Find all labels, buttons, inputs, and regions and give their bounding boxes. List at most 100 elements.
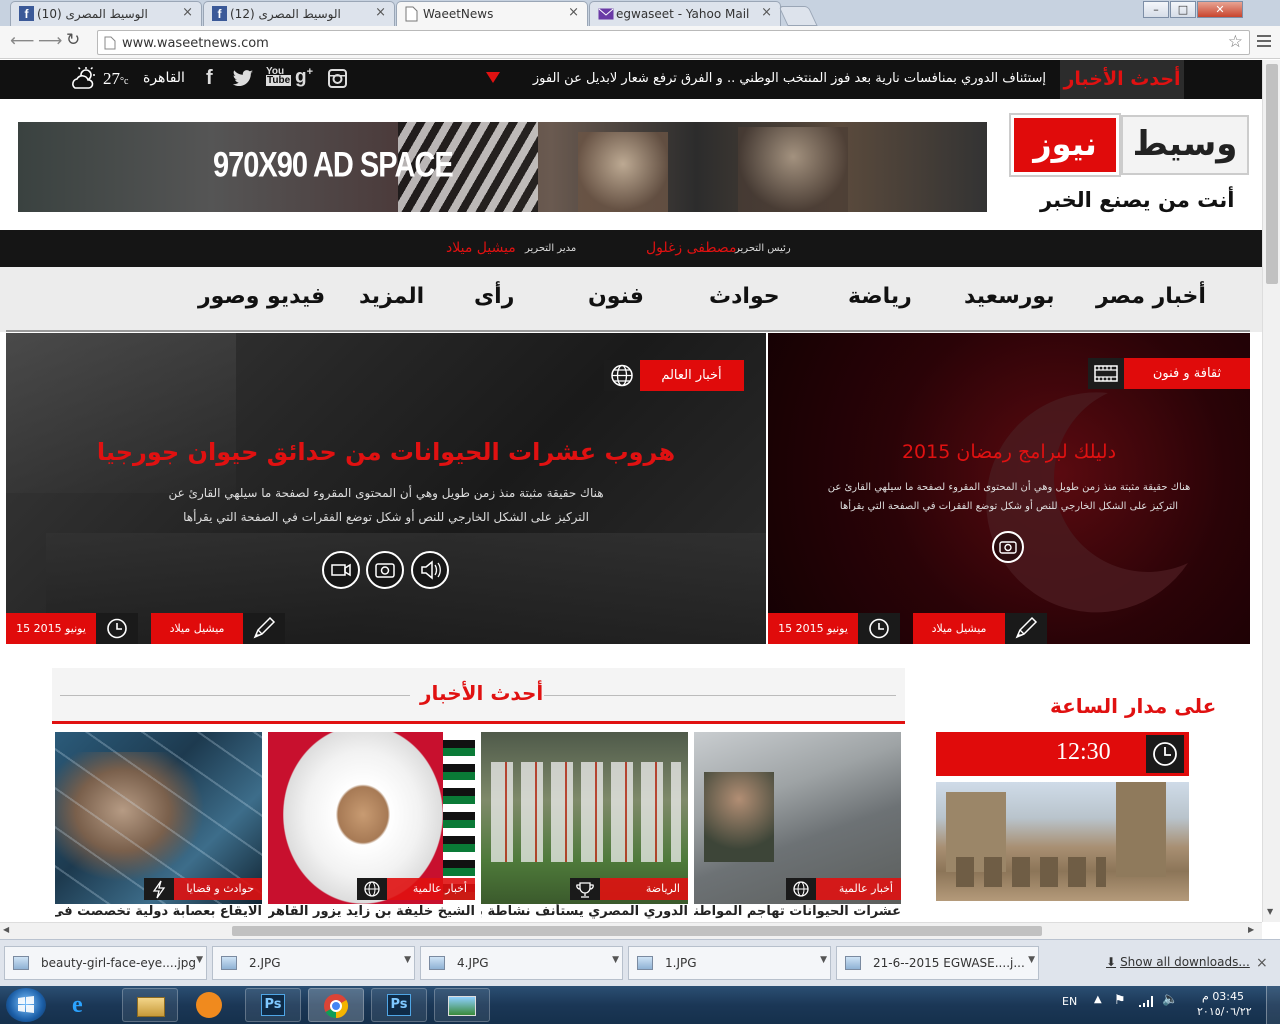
network-signal-icon[interactable]	[1138, 994, 1154, 1008]
twitter-icon[interactable]	[232, 69, 254, 87]
nav-item-accidents[interactable]: حوادث	[709, 284, 780, 309]
youtube-icon[interactable]: You Tube	[266, 67, 292, 86]
chevron-down-icon[interactable]: ▼	[404, 955, 411, 965]
scroll-right-arrow-icon[interactable]: ▶	[1248, 925, 1254, 934]
hero-story-left[interactable]: أخبار العالم هروب عشرات الحيوانات من حدا…	[6, 333, 766, 644]
flag-icon[interactable]: ⚑	[1114, 993, 1126, 1008]
hero-author[interactable]: ميشيل ميلاد	[913, 613, 1005, 644]
weather-city: القاهرة	[143, 70, 185, 86]
clock-time[interactable]: 03:45 م	[1202, 990, 1244, 1003]
tab-waseetnews[interactable]: WaeetNews ×	[396, 1, 588, 26]
show-all-downloads-link[interactable]: ⬇ Show all downloads...	[1106, 955, 1250, 969]
back-arrow-icon[interactable]: ⟵	[10, 31, 34, 51]
forward-arrow-icon[interactable]: ⟶	[38, 31, 62, 51]
scroll-down-arrow-icon[interactable]: ▼	[1267, 907, 1273, 916]
show-desktop-button[interactable]	[1266, 986, 1280, 1024]
bookmark-star-icon[interactable]: ☆	[1228, 32, 1243, 52]
show-hidden-icons-icon[interactable]: ▲	[1094, 994, 1102, 1005]
download-item[interactable]: 4.JPG ▼	[420, 946, 623, 980]
video-button[interactable]	[322, 551, 360, 589]
facebook-icon[interactable]: f	[206, 67, 213, 90]
pen-icon	[1015, 616, 1038, 639]
instagram-icon[interactable]	[328, 69, 347, 88]
menu-icon[interactable]	[1257, 33, 1271, 49]
google-plus-icon[interactable]: g+	[295, 66, 313, 88]
address-bar[interactable]: www.waseetnews.com ☆	[97, 30, 1250, 55]
nav-item-video-photos[interactable]: فيديو وصور	[198, 284, 325, 309]
nav-item-sports[interactable]: رياضة	[848, 284, 912, 309]
taskbar-chrome[interactable]	[308, 988, 364, 1022]
maximize-button[interactable]: □	[1170, 1, 1196, 18]
card-category[interactable]: الرياضة	[600, 878, 688, 900]
tab-yahoo-mail[interactable]: egwaseet - Yahoo Mail ×	[589, 1, 781, 26]
show-all-label: Show all downloads...	[1120, 955, 1250, 969]
horizontal-scrollbar[interactable]: ◀ ▶	[0, 922, 1262, 939]
photo-button[interactable]	[366, 551, 404, 589]
chevron-down-icon[interactable]: ▼	[196, 955, 203, 965]
around-clock-photo[interactable]	[936, 782, 1189, 901]
tab-close-icon[interactable]: ×	[182, 5, 193, 20]
scrollbar-thumb[interactable]	[1266, 64, 1278, 284]
managing-editor-name[interactable]: ميشيل ميلاد	[446, 240, 516, 256]
tab-close-icon[interactable]: ×	[761, 5, 772, 20]
news-ticker[interactable]: إستئناف الدوري بمنافسات نارية بعد فوز ال…	[520, 71, 1046, 86]
site-logo[interactable]: نيوز وسيط	[1011, 115, 1249, 175]
minimize-button[interactable]: –	[1143, 1, 1169, 18]
photo-viewer-icon	[448, 996, 476, 1016]
card-title[interactable]: الشيخ خليفة بن زايد يزور القاهرة فى	[268, 904, 475, 919]
news-card-1[interactable]: أخبار عالمية	[694, 732, 901, 904]
clock-date[interactable]: ٢٠١٥/٠٦/٢٢	[1197, 1005, 1252, 1018]
nav-item-arts[interactable]: فنون	[588, 284, 644, 309]
nav-item-more[interactable]: المزيد	[359, 284, 424, 309]
hero-category-label[interactable]: أخبار العالم	[639, 360, 744, 391]
hero-category-label[interactable]: ثقافة و فنون	[1124, 358, 1250, 389]
taskbar-explorer[interactable]	[122, 988, 178, 1022]
internet-explorer-icon[interactable]: e	[72, 992, 83, 1019]
nav-item-egypt-news[interactable]: أخبار مصر	[1096, 284, 1206, 309]
card-title[interactable]: الدوري المصري يستأنف نشاطة بعد	[481, 904, 688, 919]
download-item[interactable]: 1.JPG ▼	[628, 946, 831, 980]
photo-button[interactable]	[992, 531, 1024, 563]
nav-item-opinion[interactable]: رأى	[474, 284, 514, 309]
taskbar-photoshop-1[interactable]: Ps	[245, 988, 301, 1022]
hero-title[interactable]: هروب عشرات الحيوانات من حدائق حيوان جورج…	[6, 438, 766, 466]
download-item[interactable]: 2.JPG ▼	[212, 946, 415, 980]
tab-waseet-2[interactable]: f (12) الوسيط المصرى ×	[203, 1, 395, 26]
vertical-scrollbar[interactable]: ▼	[1262, 60, 1280, 922]
news-card-4[interactable]: حوادث و قضايا	[55, 732, 262, 904]
chevron-down-icon[interactable]: ▼	[612, 955, 619, 965]
hero-title[interactable]: دليلك لبرامج رمضان 2015	[768, 441, 1250, 463]
reload-icon[interactable]: ↻	[66, 30, 80, 50]
language-indicator[interactable]: EN	[1062, 995, 1077, 1008]
hero-story-right[interactable]: ثقافة و فنون دليلك لبرامج رمضان 2015 هنا…	[768, 333, 1250, 644]
scroll-left-arrow-icon[interactable]: ◀	[3, 925, 9, 934]
chevron-down-icon[interactable]: ▼	[1028, 955, 1035, 965]
news-card-2[interactable]: الرياضة	[481, 732, 688, 904]
editor-in-chief-name[interactable]: مصطفى زغلول	[646, 240, 736, 256]
tab-waseet-1[interactable]: f (10) الوسيط المصرى ×	[10, 1, 202, 26]
close-window-button[interactable]: ✕	[1197, 1, 1243, 18]
nav-item-portsaid[interactable]: بورسعيد	[964, 284, 1054, 309]
card-category[interactable]: حوادث و قضايا	[174, 878, 262, 900]
download-item[interactable]: 21-6--2015 EGWASE....j... ▼	[836, 946, 1039, 980]
volume-icon[interactable]: 🔈	[1162, 992, 1178, 1007]
audio-button[interactable]	[411, 551, 449, 589]
news-card-3[interactable]: أخبار عالمية	[268, 732, 475, 904]
hero-author[interactable]: ميشيل ميلاد	[151, 613, 243, 644]
scrollbar-thumb[interactable]	[232, 926, 1042, 936]
card-photo-hunter	[704, 772, 774, 862]
card-title[interactable]: عشرات الحيوانات تهاجم المواطنين	[694, 904, 901, 919]
close-downloads-icon[interactable]: ×	[1256, 955, 1268, 971]
tab-close-icon[interactable]: ×	[568, 5, 579, 20]
card-category[interactable]: أخبار عالمية	[387, 878, 475, 900]
card-title[interactable]: الايقاع بعصابة دولية تخصصت فى	[55, 904, 262, 919]
ticker-dropdown-icon[interactable]	[486, 72, 500, 83]
taskbar-photoshop-2[interactable]: Ps	[371, 988, 427, 1022]
media-player-icon[interactable]	[196, 992, 222, 1018]
tab-close-icon[interactable]: ×	[375, 5, 386, 20]
start-button[interactable]	[6, 988, 46, 1022]
ad-banner[interactable]: 970X90 AD SPACE	[18, 122, 987, 212]
chevron-down-icon[interactable]: ▼	[820, 955, 827, 965]
download-item[interactable]: beauty-girl-face-eye....jpg ▼	[4, 946, 207, 980]
taskbar-photo-viewer[interactable]	[434, 988, 490, 1022]
